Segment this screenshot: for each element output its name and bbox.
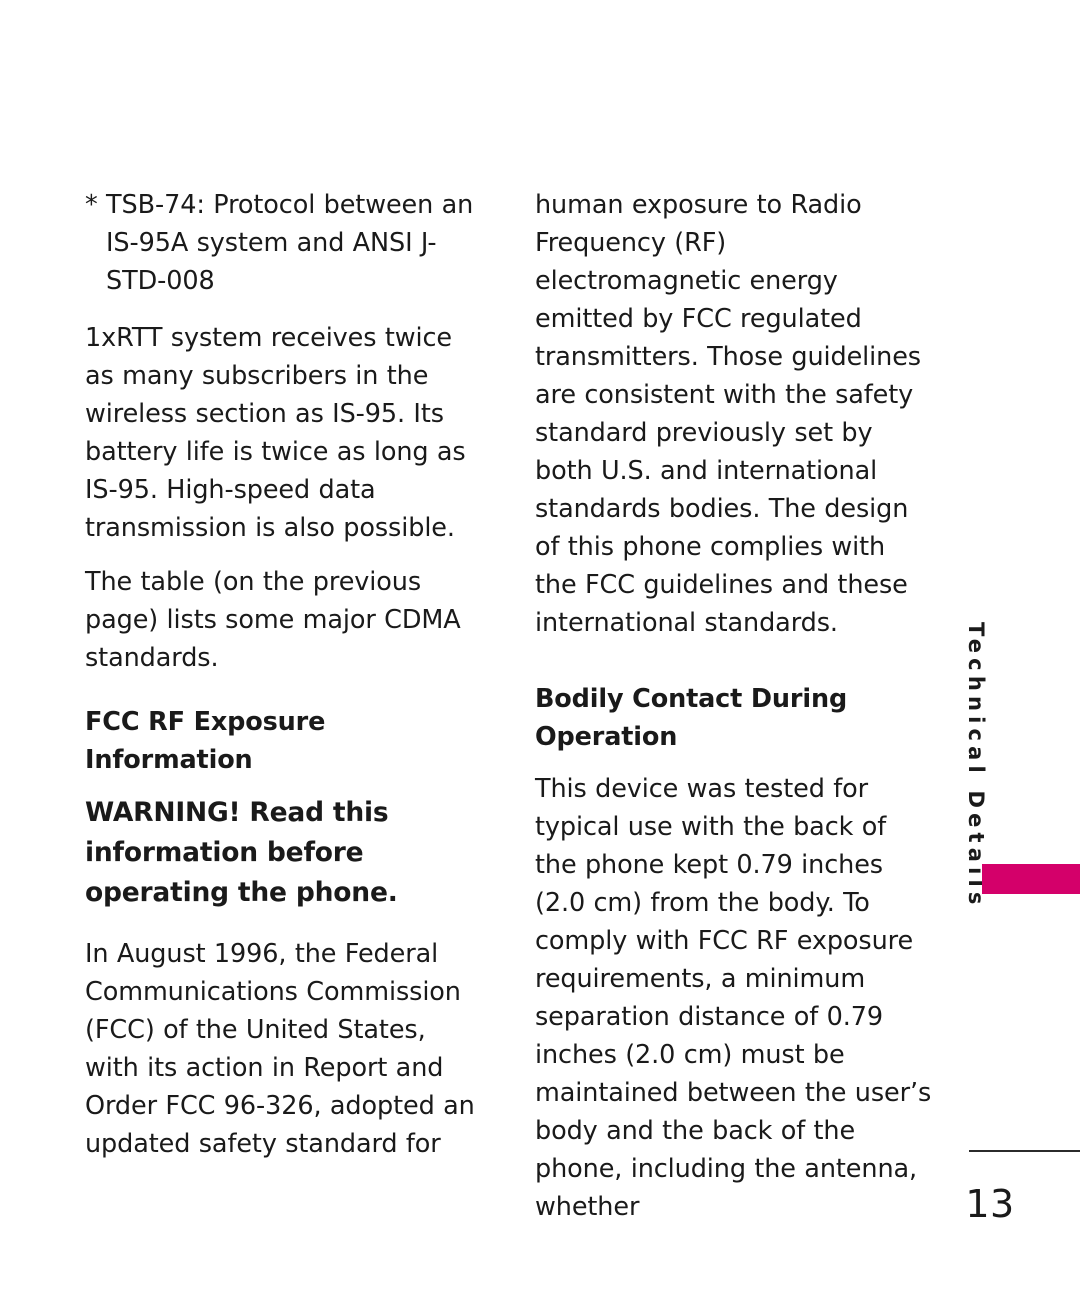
paragraph-august-1996: In August 1996, the Federal Communicatio… bbox=[85, 939, 475, 1159]
warning-notice: WARNING! Read this information before op… bbox=[85, 797, 398, 908]
heading-fcc-rf-exposure-information: FCC RF Exposure Information bbox=[85, 707, 326, 775]
paragraph-1xrtt: 1xRTT system receives twice as many subs… bbox=[85, 323, 466, 543]
left-column: * TSB-74: Protocol between an IS-95A sys… bbox=[85, 186, 485, 1179]
heading-bodily-contact-during-operation: Bodily Contact During Operation bbox=[535, 684, 848, 752]
footnote-tsb-74: * TSB-74: Protocol between an IS-95A sys… bbox=[85, 190, 474, 296]
section-tab-label: Technical Details bbox=[964, 622, 988, 910]
page-body: * TSB-74: Protocol between an IS-95A sys… bbox=[85, 186, 935, 1222]
paragraph-human-exposure: human exposure to Radio Frequency (RF) e… bbox=[535, 190, 921, 638]
page-number: 13 bbox=[965, 1182, 1015, 1226]
section-tab-bar bbox=[982, 864, 1080, 894]
manual-page: * TSB-74: Protocol between an IS-95A sys… bbox=[0, 0, 1080, 1295]
footer-divider bbox=[969, 1150, 1080, 1152]
paragraph-cdma-table: The table (on the previous page) lists s… bbox=[85, 567, 461, 673]
right-column: human exposure to Radio Frequency (RF) e… bbox=[535, 186, 935, 1242]
paragraph-device-tested: This device was tested for typical use w… bbox=[535, 774, 932, 1222]
